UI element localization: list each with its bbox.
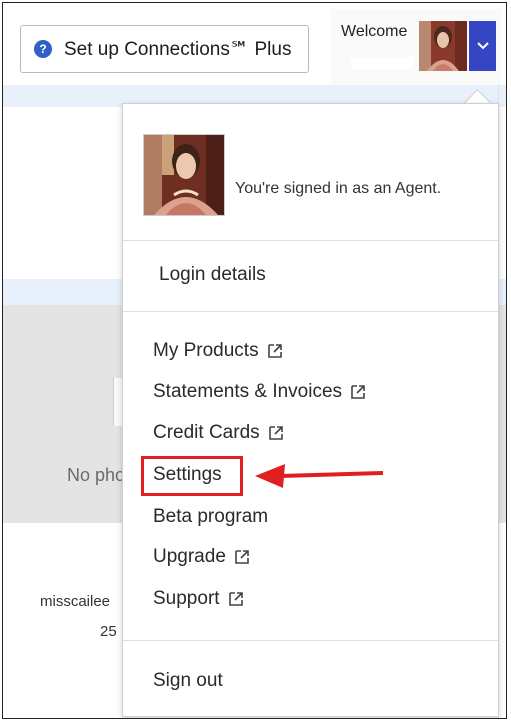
divider (123, 640, 498, 641)
menu-item-label: Statements & Invoices (153, 381, 343, 402)
welcome-area[interactable]: Welcome (331, 9, 501, 85)
menu-item-label: Sign out (153, 670, 223, 691)
welcome-label: Welcome (341, 23, 408, 40)
signed-in-status: You're signed in as an Agent. (235, 180, 442, 197)
divider (123, 240, 498, 241)
menu-item-label: Upgrade (153, 546, 226, 567)
external-link-icon (234, 549, 250, 565)
account-dropdown: You're signed in as an Agent. Login deta… (122, 103, 499, 717)
menu-item-support[interactable]: Support (153, 588, 244, 610)
menu-item-beta-program[interactable]: Beta program (153, 506, 268, 528)
menu-item-label: Credit Cards (153, 422, 260, 443)
profile-name: misscailee (40, 593, 111, 610)
external-link-icon (228, 591, 244, 607)
account-menu-toggle[interactable] (469, 21, 496, 71)
menu-item-credit-cards[interactable]: Credit Cards (153, 422, 284, 444)
question-circle-icon: ? (34, 40, 52, 58)
setup-connections-plus-label: Set up Connections℠ Plus (64, 38, 292, 60)
menu-item-label: Login details (159, 264, 266, 285)
menu-item-label: Support (153, 588, 220, 609)
welcome-username (351, 57, 413, 69)
divider (123, 311, 498, 312)
setup-connections-plus-button[interactable]: ? Set up Connections℠ Plus (20, 25, 309, 73)
external-link-icon (267, 343, 283, 359)
no-photo-text: No pho (67, 465, 126, 485)
settings-highlight-box (141, 456, 243, 496)
external-link-icon (268, 425, 284, 441)
avatar[interactable] (419, 21, 467, 71)
menu-item-statements-invoices[interactable]: Statements & Invoices (153, 381, 366, 403)
profile-number: 25 (100, 623, 117, 640)
menu-item-login-details[interactable]: Login details (159, 264, 266, 286)
menu-item-label: My Products (153, 340, 259, 361)
external-link-icon (350, 384, 366, 400)
menu-item-sign-out[interactable]: Sign out (153, 670, 223, 692)
page-frame: No pho misscailee 25 ? Set up Connection… (2, 2, 507, 719)
dropdown-avatar (143, 134, 225, 216)
menu-item-upgrade[interactable]: Upgrade (153, 546, 250, 568)
chevron-down-icon (476, 42, 489, 50)
menu-item-my-products[interactable]: My Products (153, 340, 283, 362)
red-arrow-icon (255, 464, 384, 488)
menu-item-label: Beta program (153, 506, 269, 527)
